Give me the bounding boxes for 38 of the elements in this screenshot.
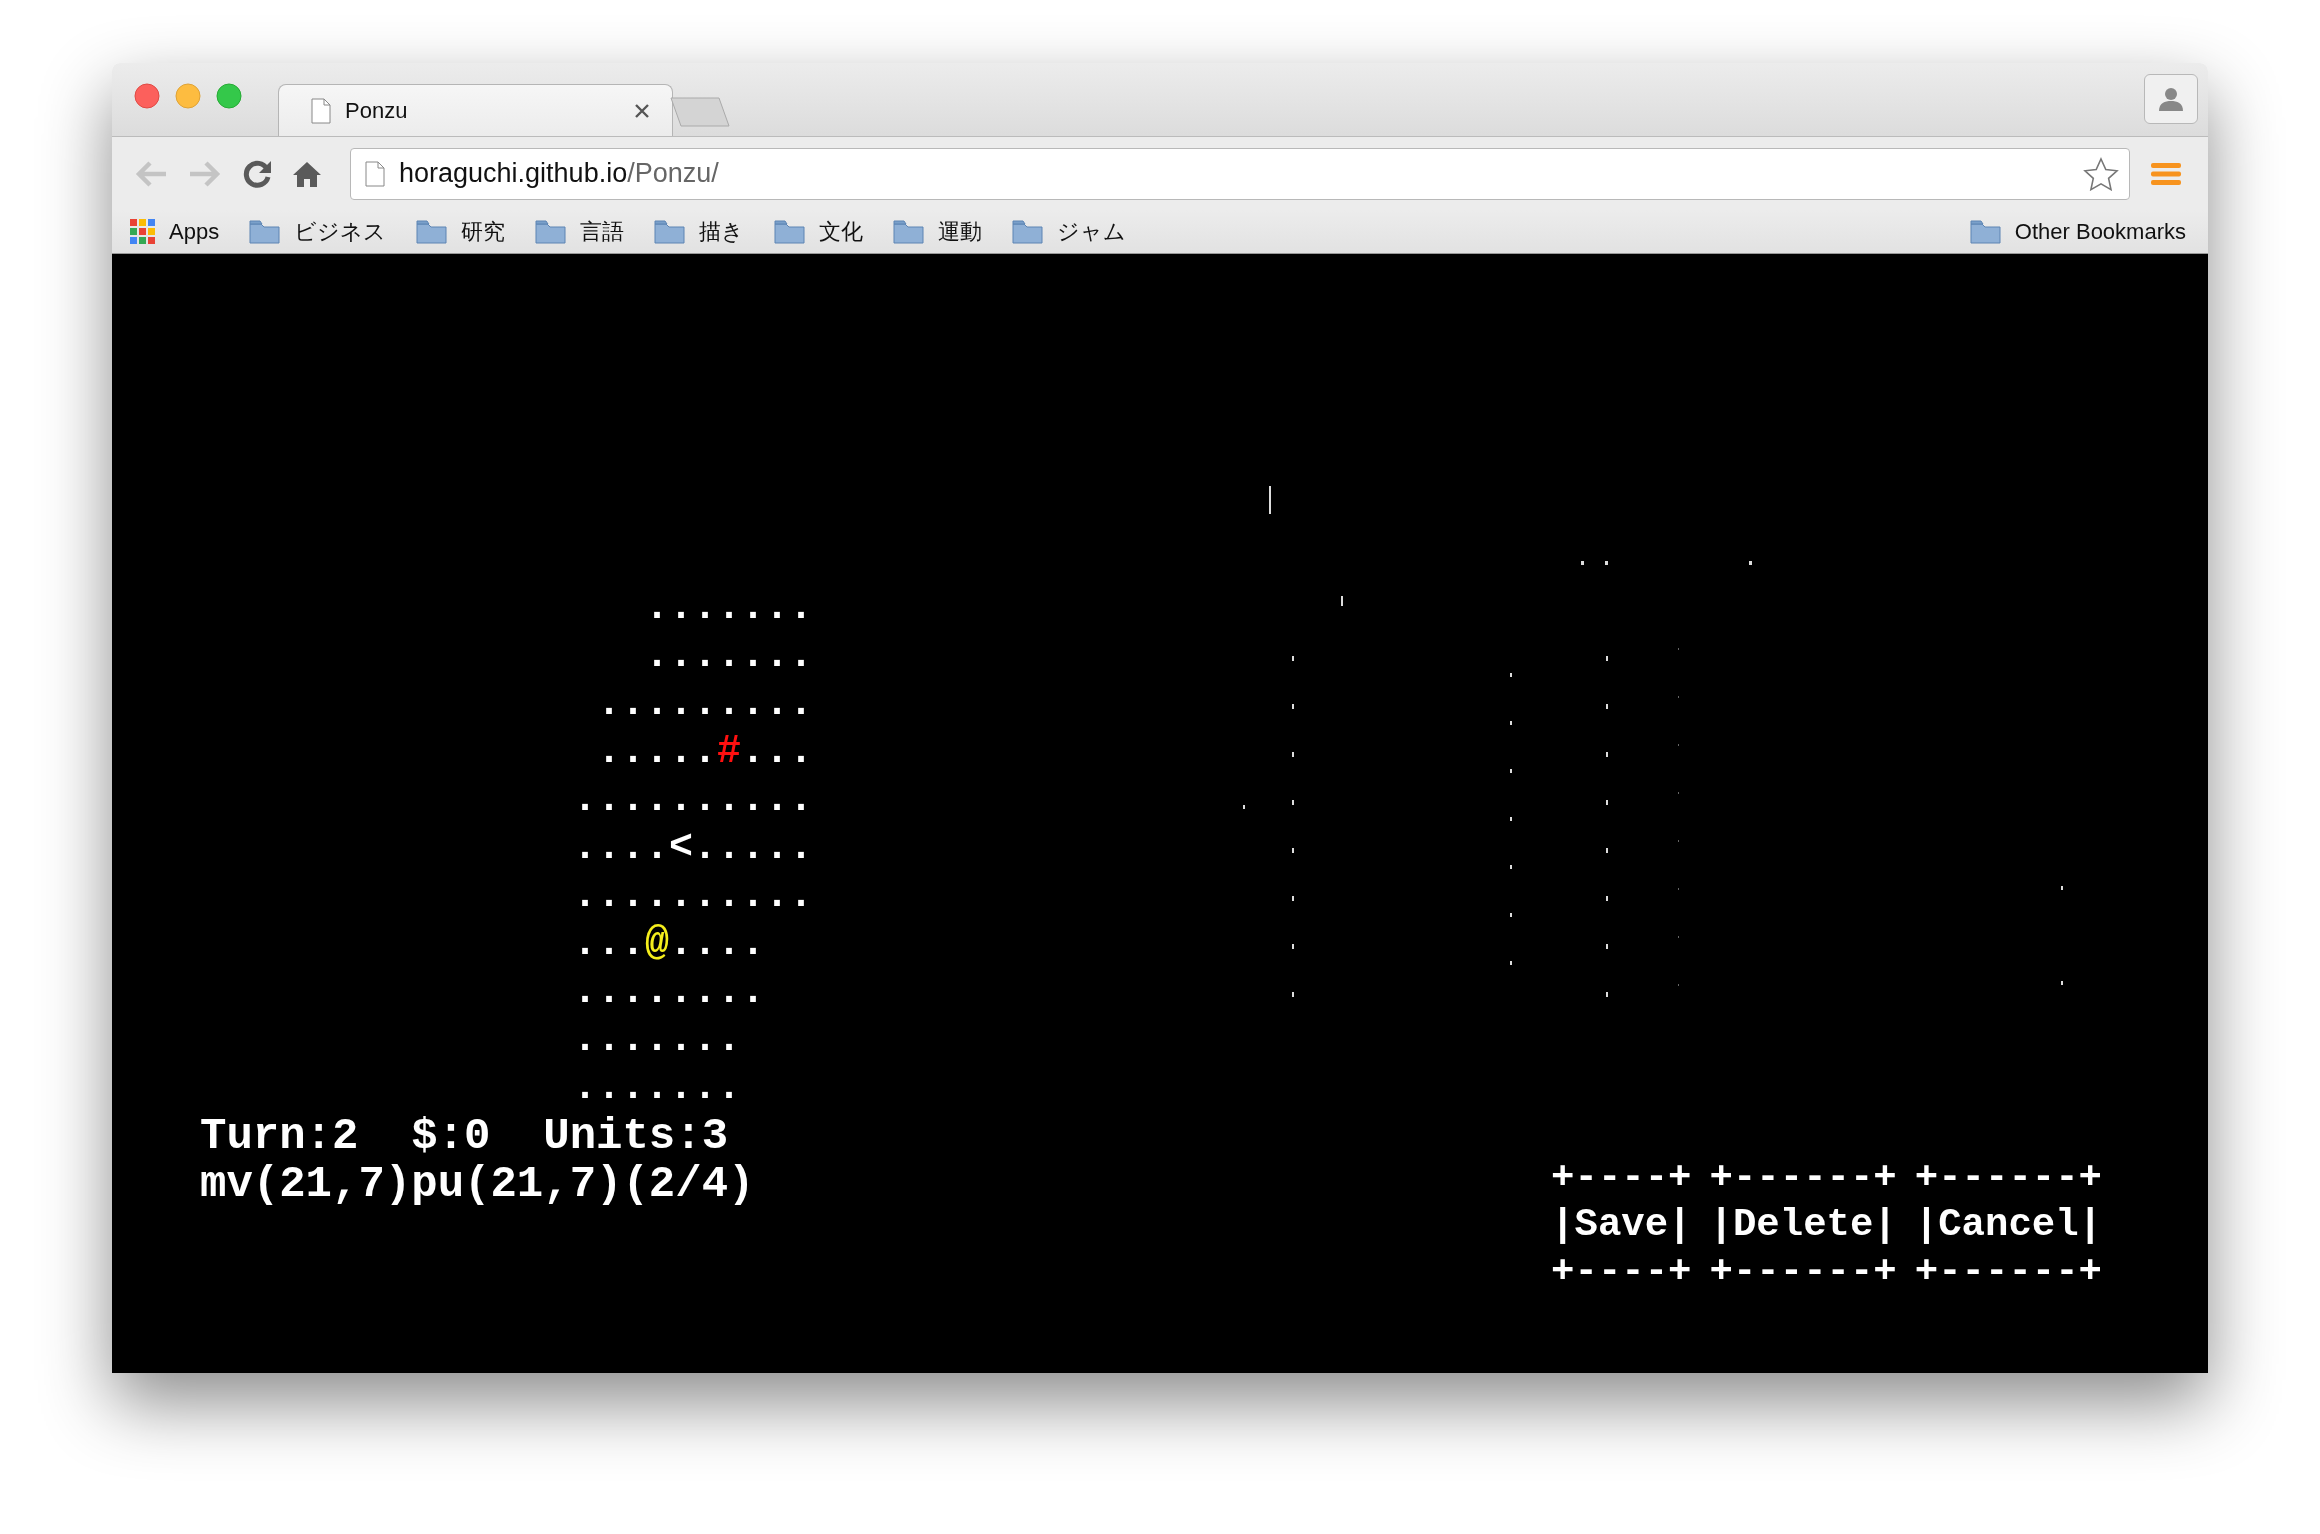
bookmark-item[interactable]: 文化 [774, 216, 864, 247]
url-text: horaguchi.github.io/Ponzu/ [399, 158, 719, 189]
bookmark-item[interactable]: 描き [654, 216, 745, 247]
maximize-window-icon[interactable] [216, 82, 242, 109]
folder-icon [535, 219, 567, 244]
minimize-window-icon[interactable] [175, 82, 201, 109]
bookmark-item[interactable]: 研究 [416, 216, 506, 247]
bookmark-item[interactable]: ジャム [1012, 216, 1127, 247]
bookmark-item[interactable]: Apps [130, 218, 220, 245]
page-icon [365, 160, 385, 187]
folder-icon [1012, 219, 1044, 244]
home-icon[interactable] [292, 159, 322, 188]
folder-icon [416, 219, 448, 244]
apps-grid-icon [130, 219, 155, 244]
address-field[interactable]: horaguchi.github.io/Ponzu/ [350, 147, 2130, 200]
reload-icon[interactable] [242, 158, 272, 189]
tab-title: Ponzu [345, 97, 409, 124]
page-icon [311, 97, 331, 124]
status-text: Turn:2 $:0 Units:3 [200, 1112, 729, 1160]
bookmark-item[interactable]: Other Bookmarks [1969, 218, 2186, 245]
profile-button[interactable] [2144, 74, 2198, 124]
bookmark-item[interactable]: 言語 [535, 216, 625, 247]
new-tab-icon[interactable] [669, 96, 731, 128]
person-icon [2158, 86, 2184, 112]
folder-icon [249, 219, 281, 244]
browser-tab[interactable]: Ponzu [278, 84, 673, 136]
status-text: mv(21,7)pu(21,7)(2/4) [200, 1160, 755, 1208]
folder-icon [654, 219, 686, 244]
map-grid: ....... ....... ......... .....#... .......... ....<..... .......... ...@.... ........ ....... ....... [573, 584, 814, 1112]
bookmark-item[interactable]: 運動 [893, 216, 983, 247]
folder-icon [1969, 219, 2001, 244]
folder-icon [893, 219, 925, 244]
menu-icon[interactable] [2150, 160, 2182, 187]
close-icon[interactable] [634, 102, 650, 119]
folder-icon [774, 219, 806, 244]
close-window-icon[interactable] [134, 82, 160, 109]
star-icon[interactable] [2083, 156, 2119, 191]
bookmark-item[interactable]: ビジネス [249, 216, 387, 247]
